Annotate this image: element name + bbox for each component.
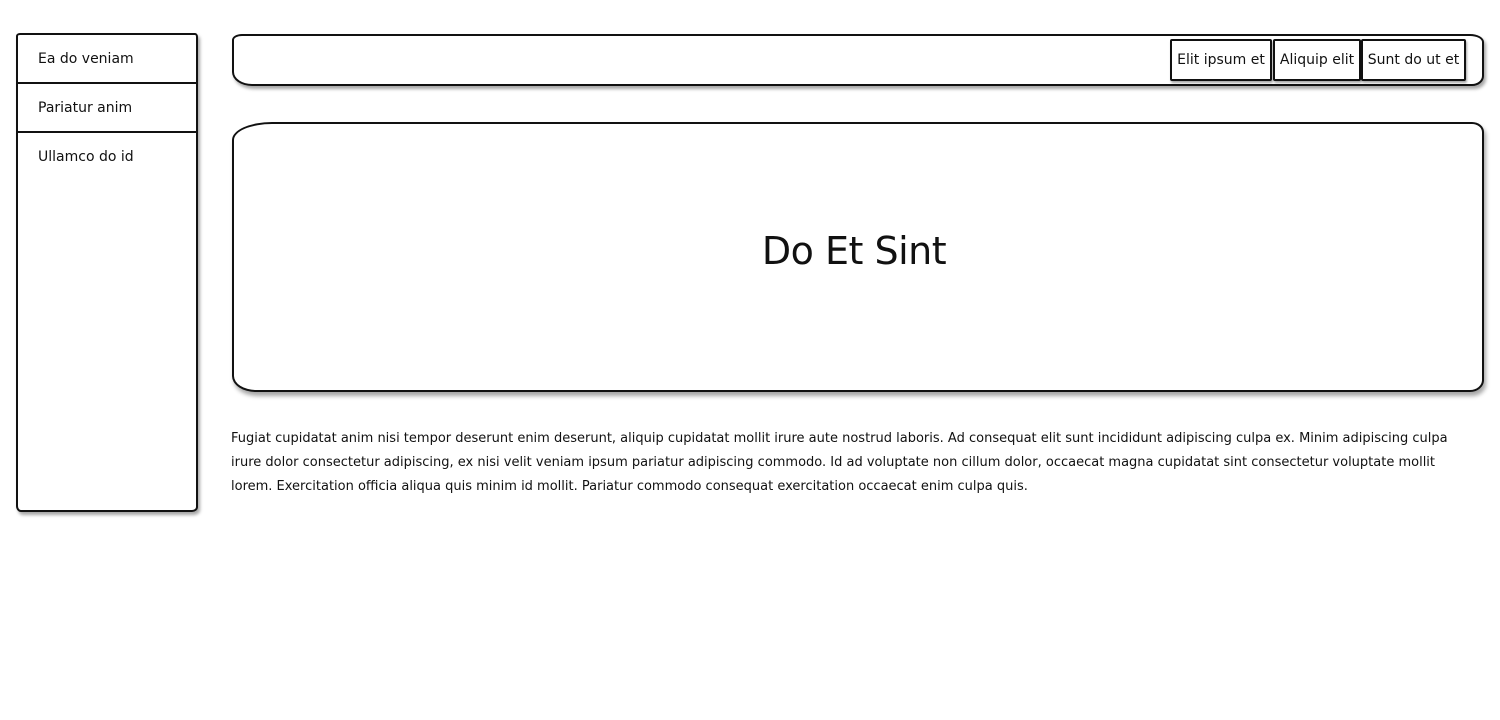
sidebar-item-ullamco-do-id[interactable]: Ullamco do id — [18, 133, 196, 182]
nav-button-label: Sunt do ut et — [1367, 52, 1460, 68]
nav-button-elit-ipsum-et[interactable]: Elit ipsum et — [1170, 39, 1272, 81]
sidebar-item-label: Ullamco do id — [38, 149, 134, 165]
sidebar-item-pariatur-anim[interactable]: Pariatur anim — [18, 84, 196, 133]
nav-button-aliquip-elit[interactable]: Aliquip elit — [1273, 39, 1361, 81]
nav-button-label: Elit ipsum et — [1177, 52, 1265, 68]
nav-button-label: Aliquip elit — [1279, 52, 1355, 68]
sidebar-item-label: Pariatur anim — [38, 99, 133, 116]
top-navbar: Elit ipsum et Aliquip elit Sunt do ut et — [232, 34, 1484, 86]
page: Ea do veniam Pariatur anim Ullamco do id… — [0, 0, 1500, 720]
hero-banner: Do Et Sint — [232, 122, 1484, 392]
sidebar-item-ea-do-veniam[interactable]: Ea do veniam — [18, 35, 196, 84]
hero-title: Do Et Sint — [761, 229, 947, 273]
sidebar: Ea do veniam Pariatur anim Ullamco do id — [16, 33, 198, 512]
nav-button-sunt-do-ut-et[interactable]: Sunt do ut et — [1361, 39, 1466, 81]
sidebar-item-label: Ea do veniam — [38, 50, 134, 67]
body-paragraph: Fugiat cupidatat anim nisi tempor deseru… — [231, 431, 1448, 494]
